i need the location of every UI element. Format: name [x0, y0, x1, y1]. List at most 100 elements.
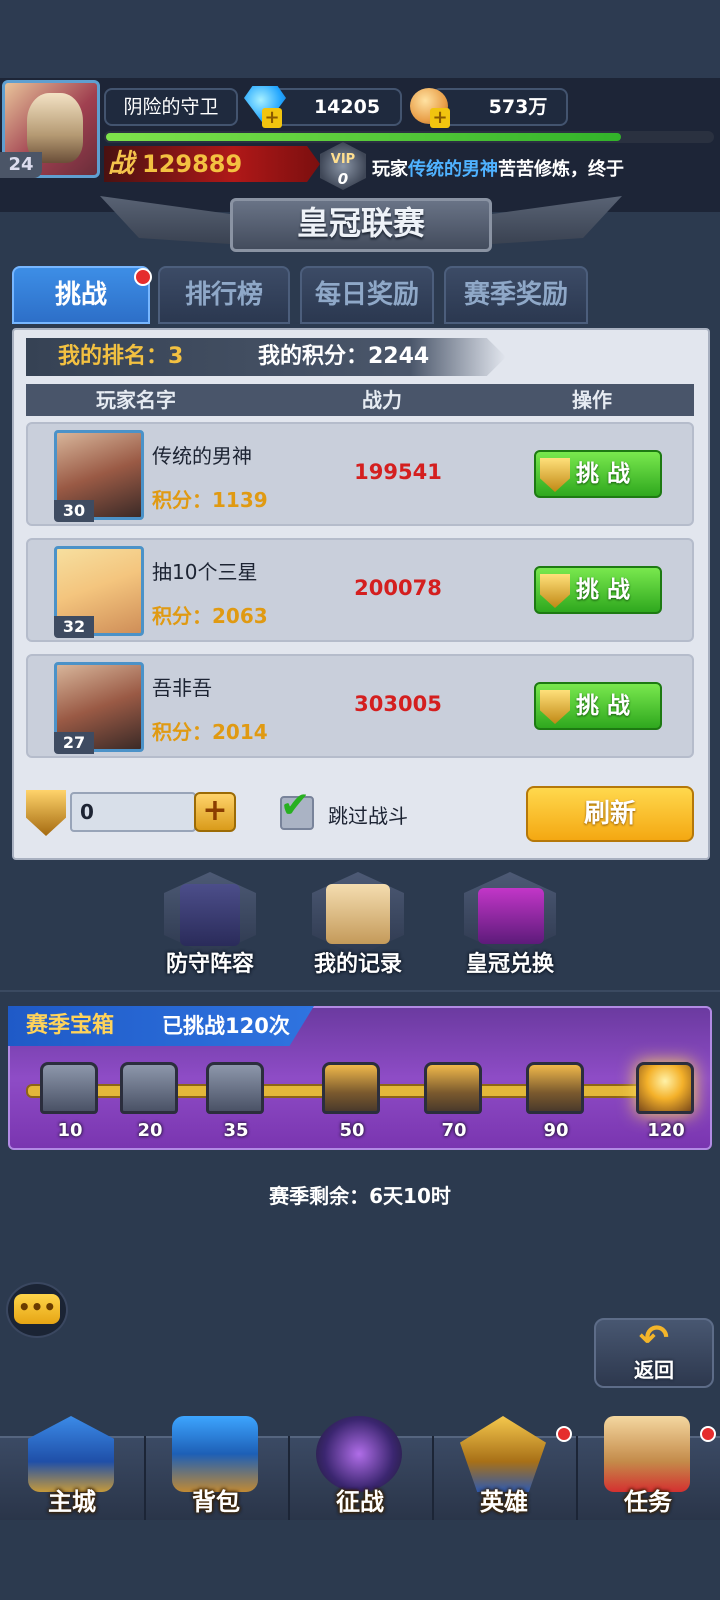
- challenge-count: 已挑战120次: [162, 1014, 290, 1038]
- crest-icon: [540, 458, 570, 492]
- column-header: 玩家名字 战力 操作: [26, 384, 694, 416]
- chest-icon[interactable]: [322, 1062, 380, 1114]
- status-area: [0, 0, 720, 78]
- milestone-label: 10: [57, 1120, 83, 1141]
- milestone-label: 120: [647, 1120, 685, 1141]
- opponent-score: 积分：2063: [152, 604, 268, 628]
- milestone-label: 70: [441, 1120, 467, 1141]
- quest-scroll-icon[interactable]: [604, 1416, 690, 1492]
- scroll-icon: [326, 884, 390, 944]
- chest-icon[interactable]: [206, 1062, 264, 1114]
- add-gems-button[interactable]: +: [262, 108, 282, 128]
- my-rank: 我的排名：3: [58, 344, 184, 369]
- chest-icon[interactable]: [424, 1062, 482, 1114]
- season-chest-title: 赛季宝箱: [26, 1013, 115, 1038]
- ticker-prefix: 玩家: [372, 159, 408, 180]
- notification-dot: [700, 1426, 716, 1442]
- opponent-power: 303005: [354, 692, 442, 716]
- nav-separator: [144, 1436, 146, 1520]
- ticket-count: 0: [70, 792, 196, 832]
- tab-season-reward[interactable]: 赛季奖励: [444, 266, 588, 324]
- nav-separator: [576, 1436, 578, 1520]
- nav-footer: [0, 1520, 720, 1600]
- col-action: 操作: [572, 388, 612, 412]
- gold-count: 573万: [432, 88, 568, 126]
- opponent-row: 30 传统的男神 积分：1139 199541 挑 战: [26, 422, 694, 526]
- ticker-suffix: 苦苦修炼，终于: [498, 159, 624, 180]
- challenge-button[interactable]: 挑 战: [534, 566, 662, 614]
- milestone-label: 50: [339, 1120, 365, 1141]
- milestone-label: 90: [543, 1120, 569, 1141]
- my-records-label: 我的记录: [313, 952, 402, 977]
- crown-exchange-label: 皇冠兑换: [465, 952, 554, 977]
- tab-leaderboard[interactable]: 排行榜: [158, 266, 290, 324]
- divider: [0, 990, 720, 992]
- add-gold-button[interactable]: +: [430, 108, 450, 128]
- opponent-name: 传统的男神: [152, 444, 252, 468]
- challenge-label: 挑 战: [576, 693, 631, 719]
- back-arrow-icon: ↶: [638, 1318, 670, 1359]
- opponent-score: 积分：1139: [152, 488, 268, 512]
- player-name: 阴险的守卫: [104, 88, 238, 126]
- tab-daily-reward[interactable]: 每日奖励: [300, 266, 434, 324]
- challenge-button[interactable]: 挑 战: [534, 450, 662, 498]
- opponent-power: 200078: [354, 576, 442, 600]
- gem-count: 14205: [262, 88, 402, 126]
- challenge-label: 挑 战: [576, 577, 631, 603]
- nav-campaign[interactable]: 征战: [310, 1482, 410, 1517]
- exp-bar-fill: [106, 133, 621, 141]
- chat-bubble-icon: •••: [14, 1294, 60, 1324]
- nav-heroes[interactable]: 英雄: [454, 1482, 554, 1517]
- chest-icon[interactable]: [120, 1062, 178, 1114]
- vip-level: 0: [337, 170, 349, 188]
- nav-separator: [288, 1436, 290, 1520]
- back-label: 返回: [634, 1358, 674, 1382]
- chest-icon[interactable]: [172, 1416, 258, 1492]
- checkmark-icon: ✔: [280, 785, 311, 826]
- challenge-button[interactable]: 挑 战: [534, 682, 662, 730]
- opponent-score: 积分：2014: [152, 720, 268, 744]
- opponent-row: 32 抽10个三星 积分：2063 200078 挑 战: [26, 538, 694, 642]
- notification-dot: [556, 1426, 572, 1442]
- combat-power-value: 129889: [142, 150, 243, 178]
- treasure-chest-icon[interactable]: [636, 1062, 694, 1114]
- chest-icon[interactable]: [526, 1062, 584, 1114]
- opponent-power: 199541: [354, 460, 442, 484]
- opponent-level: 27: [54, 732, 94, 754]
- col-power: 战力: [362, 388, 402, 412]
- nav-separator: [432, 1436, 434, 1520]
- tab-challenge[interactable]: 挑战: [12, 266, 150, 324]
- notification-dot: [134, 268, 152, 286]
- broadcast-ticker: 玩家传统的男神苦苦修炼，终于: [372, 154, 720, 186]
- nav-backpack[interactable]: 背包: [166, 1482, 266, 1517]
- opponent-name: 吾非吾: [152, 676, 212, 700]
- milestone-label: 35: [223, 1120, 249, 1141]
- opponent-level: 30: [54, 500, 94, 522]
- season-remaining: 赛季剩余：6天10时: [269, 1184, 451, 1208]
- defense-banner-icon: [180, 884, 240, 946]
- vip-label: VIP: [330, 152, 356, 167]
- refresh-button[interactable]: 刷新: [526, 786, 694, 842]
- skip-battle-label: 跳过战斗: [328, 804, 408, 828]
- ticker-player[interactable]: 传统的男神: [408, 159, 498, 180]
- page-title: 皇冠联赛: [296, 204, 425, 242]
- opponent-row: 27 吾非吾 积分：2014 303005 挑 战: [26, 654, 694, 758]
- castle-icon[interactable]: [28, 1416, 114, 1492]
- gift-box-icon: [478, 888, 544, 944]
- nav-tasks[interactable]: 任务: [598, 1482, 698, 1517]
- add-ticket-button[interactable]: +: [194, 792, 236, 832]
- dragon-portal-icon[interactable]: [316, 1416, 402, 1492]
- my-score: 我的积分：2244: [258, 344, 430, 369]
- col-player-name: 玩家名字: [96, 388, 176, 412]
- opponent-level: 32: [54, 616, 94, 638]
- crest-icon: [540, 574, 570, 608]
- chest-icon[interactable]: [40, 1062, 98, 1114]
- crest-icon: [540, 690, 570, 724]
- combat-power-icon: 战: [108, 149, 135, 179]
- player-level: 24: [0, 152, 42, 178]
- nav-main-city[interactable]: 主城: [22, 1482, 122, 1517]
- opponent-name: 抽10个三星: [152, 560, 258, 584]
- challenge-label: 挑 战: [576, 461, 631, 487]
- milestone-label: 20: [137, 1120, 163, 1141]
- defense-lineup-label: 防守阵容: [165, 952, 254, 977]
